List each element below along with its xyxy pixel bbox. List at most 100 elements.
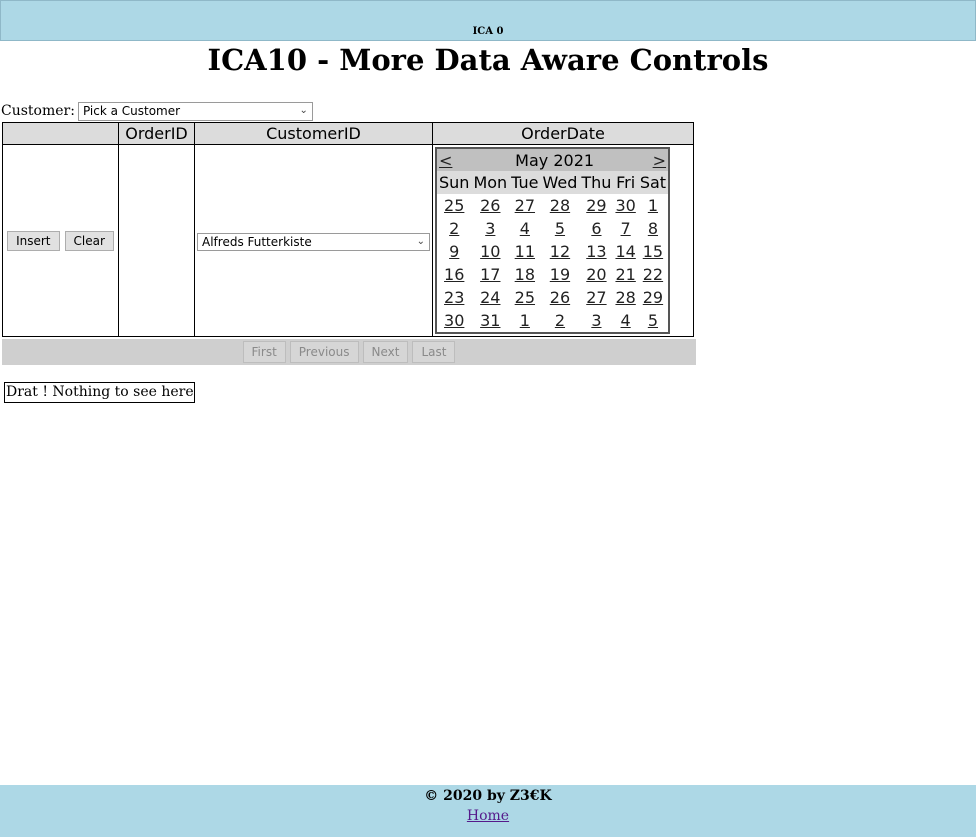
calendar-day-cell: 25 bbox=[509, 286, 540, 309]
calendar-week-row: 30 31 1 2 3 4 5 bbox=[436, 309, 669, 333]
calendar-day-cell: 1 bbox=[638, 194, 669, 217]
calendar-day-cell: 3 bbox=[471, 217, 509, 240]
calendar-day-link[interactable]: 24 bbox=[480, 288, 500, 307]
calendar-day-link[interactable]: 4 bbox=[621, 311, 631, 330]
calendar-prev-link[interactable]: < bbox=[439, 151, 452, 170]
insert-button[interactable]: Insert bbox=[7, 231, 60, 251]
column-header-actions bbox=[2, 122, 119, 145]
calendar-day-cell: 26 bbox=[471, 194, 509, 217]
calendar-day-link[interactable]: 28 bbox=[550, 196, 570, 215]
calendar-day-cell: 31 bbox=[471, 309, 509, 333]
calendar-day-link[interactable]: 11 bbox=[515, 242, 535, 261]
calendar-day-link[interactable]: 3 bbox=[485, 219, 495, 238]
calendar-day-link[interactable]: 4 bbox=[520, 219, 530, 238]
calendar-day-link[interactable]: 9 bbox=[449, 242, 459, 261]
calendar-day-cell: 13 bbox=[579, 240, 613, 263]
weekday-label: Tue bbox=[509, 171, 541, 194]
calendar-day-link[interactable]: 22 bbox=[643, 265, 663, 284]
calendar-day-cell: 11 bbox=[509, 240, 540, 263]
calendar-day-link[interactable]: 25 bbox=[515, 288, 535, 307]
calendar-day-link[interactable]: 25 bbox=[444, 196, 464, 215]
customer-filter: Customer: Pick a Customer ⌄ bbox=[1, 101, 313, 121]
calendar-day-link[interactable]: 26 bbox=[550, 288, 570, 307]
calendar-day-link[interactable]: 21 bbox=[615, 265, 635, 284]
calendar-day-cell: 2 bbox=[541, 309, 580, 333]
calendar-day-link[interactable]: 20 bbox=[586, 265, 606, 284]
calendar-day-link[interactable]: 16 bbox=[444, 265, 464, 284]
calendar-day-cell: 23 bbox=[436, 286, 471, 309]
calendar-day-link[interactable]: 26 bbox=[480, 196, 500, 215]
order-date-calendar: < May 2021 > Sun Mon Tue Wed Thu Fri Sat bbox=[435, 147, 671, 334]
calendar-title: May 2021 bbox=[515, 150, 595, 170]
calendar-week-row: 16 17 18 19 20 21 22 bbox=[436, 263, 669, 286]
calendar-week-row: 23 24 25 26 27 28 29 bbox=[436, 286, 669, 309]
calendar-day-link[interactable]: 14 bbox=[615, 242, 635, 261]
actions-cell: Insert Clear bbox=[2, 144, 119, 337]
calendar-day-link[interactable]: 27 bbox=[515, 196, 535, 215]
calendar-day-link[interactable]: 3 bbox=[591, 311, 601, 330]
calendar-day-cell: 3 bbox=[579, 309, 613, 333]
previous-button[interactable]: Previous bbox=[289, 341, 359, 363]
calendar-day-link[interactable]: 29 bbox=[643, 288, 663, 307]
calendar-day-cell: 27 bbox=[509, 194, 540, 217]
next-button[interactable]: Next bbox=[362, 341, 409, 363]
customer-filter-select[interactable]: Pick a Customer ⌄ bbox=[77, 101, 313, 121]
calendar-day-cell: 5 bbox=[541, 217, 580, 240]
first-button[interactable]: First bbox=[242, 341, 286, 363]
calendar-day-link[interactable]: 29 bbox=[586, 196, 606, 215]
row-customer-select[interactable]: Alfreds Futterkiste ⌄ bbox=[197, 232, 430, 251]
calendar-week-row: 25 26 27 28 29 30 1 bbox=[436, 194, 669, 217]
calendar-day-cell: 5 bbox=[638, 309, 669, 333]
footer-copyright: © 2020 by Z3€K bbox=[424, 788, 552, 804]
calendar-day-link[interactable]: 17 bbox=[480, 265, 500, 284]
calendar-day-link[interactable]: 15 bbox=[643, 242, 663, 261]
status-message: Drat ! Nothing to see here bbox=[4, 382, 195, 403]
chevron-down-icon: ⌄ bbox=[416, 236, 425, 247]
calendar-day-link[interactable]: 8 bbox=[648, 219, 658, 238]
customer-filter-label: Customer: bbox=[1, 103, 75, 119]
calendar-day-cell: 2 bbox=[436, 217, 471, 240]
calendar-day-link[interactable]: 2 bbox=[449, 219, 459, 238]
calendar-day-link[interactable]: 13 bbox=[586, 242, 606, 261]
calendar-day-cell: 12 bbox=[541, 240, 580, 263]
footer: © 2020 by Z3€K Home bbox=[0, 785, 976, 837]
calendar-day-link[interactable]: 1 bbox=[520, 311, 530, 330]
calendar-day-link[interactable]: 30 bbox=[444, 311, 464, 330]
calendar-day-link[interactable]: 10 bbox=[480, 242, 500, 261]
calendar-day-link[interactable]: 31 bbox=[480, 311, 500, 330]
calendar-day-link[interactable]: 30 bbox=[615, 196, 635, 215]
calendar-day-link[interactable]: 12 bbox=[550, 242, 570, 261]
calendar-day-cell: 25 bbox=[436, 194, 471, 217]
calendar-day-cell: 6 bbox=[579, 217, 613, 240]
calendar-day-link[interactable]: 19 bbox=[550, 265, 570, 284]
calendar-next-link[interactable]: > bbox=[653, 151, 666, 170]
grid-header-row: OrderID CustomerID OrderDate bbox=[2, 122, 694, 145]
column-header-orderdate: OrderDate bbox=[432, 122, 694, 145]
calendar-day-cell: 21 bbox=[613, 263, 637, 286]
calendar-day-cell: 27 bbox=[579, 286, 613, 309]
weekday-label: Wed bbox=[540, 171, 580, 194]
clear-button[interactable]: Clear bbox=[64, 231, 114, 251]
calendar-day-cell: 9 bbox=[436, 240, 471, 263]
calendar-week-row: 9 10 11 12 13 14 15 bbox=[436, 240, 669, 263]
column-header-orderid: OrderID bbox=[118, 122, 195, 145]
calendar-day-link[interactable]: 7 bbox=[621, 219, 631, 238]
calendar-day-link[interactable]: 1 bbox=[648, 196, 658, 215]
calendar-day-link[interactable]: 5 bbox=[648, 311, 658, 330]
last-button[interactable]: Last bbox=[412, 341, 456, 363]
calendar-day-cell: 17 bbox=[471, 263, 509, 286]
calendar-day-cell: 16 bbox=[436, 263, 471, 286]
calendar-day-link[interactable]: 18 bbox=[515, 265, 535, 284]
calendar-day-link[interactable]: 2 bbox=[555, 311, 565, 330]
calendar-day-link[interactable]: 27 bbox=[586, 288, 606, 307]
calendar-day-link[interactable]: 28 bbox=[615, 288, 635, 307]
calendar-day-link[interactable]: 5 bbox=[555, 219, 565, 238]
calendar-day-cell: 29 bbox=[579, 194, 613, 217]
home-link[interactable]: Home bbox=[467, 808, 509, 824]
calendar-next-cell: > bbox=[638, 148, 669, 171]
calendar-day-cell: 4 bbox=[509, 217, 540, 240]
calendar-day-cell: 22 bbox=[638, 263, 669, 286]
calendar-day-link[interactable]: 6 bbox=[591, 219, 601, 238]
calendar-day-link[interactable]: 23 bbox=[444, 288, 464, 307]
calendar-day-cell: 19 bbox=[541, 263, 580, 286]
